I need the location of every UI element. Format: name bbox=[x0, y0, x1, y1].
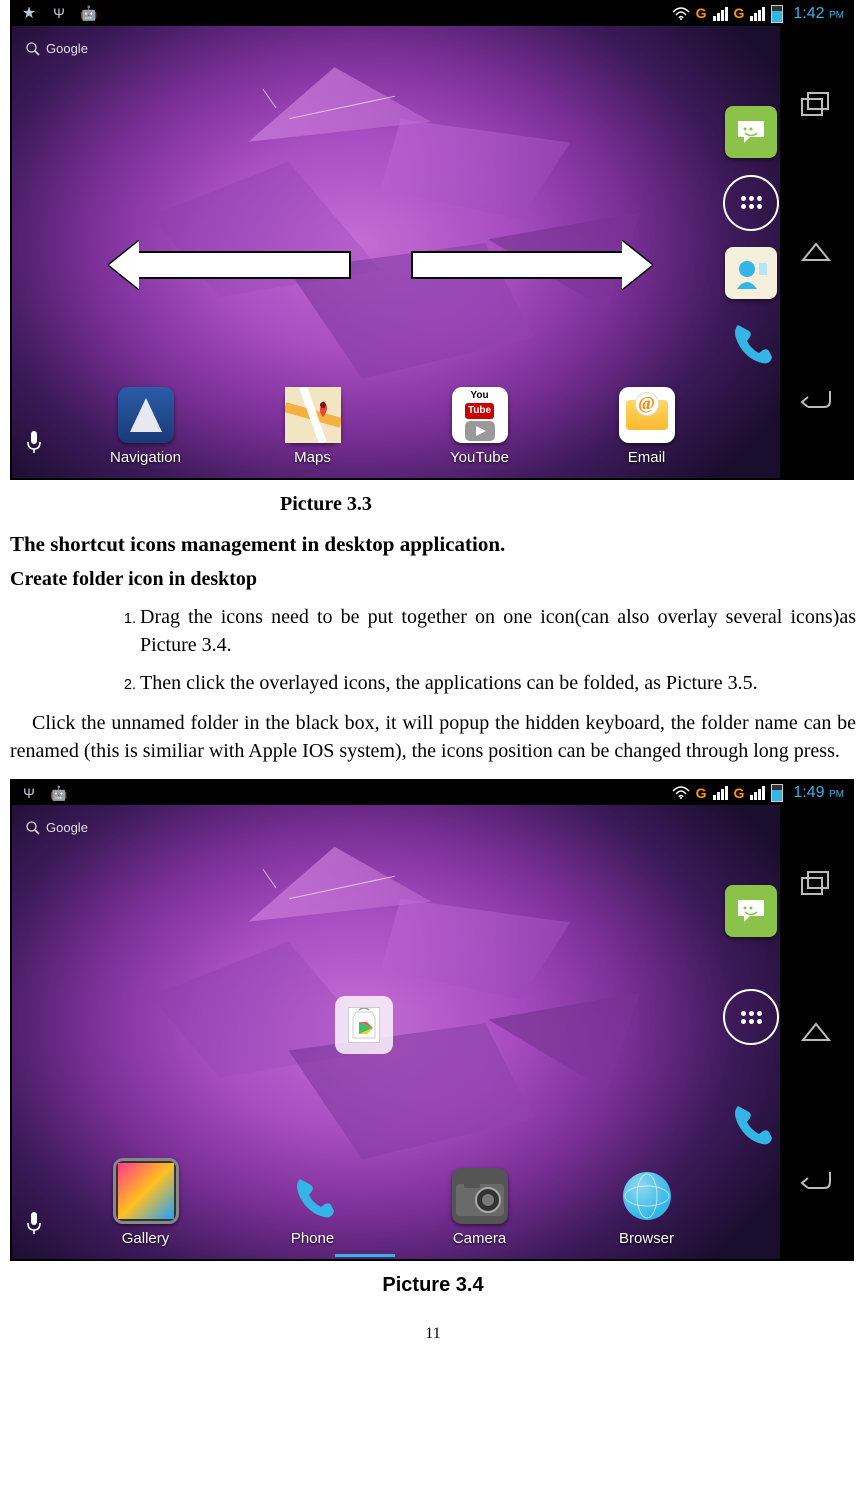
dock-label: Email bbox=[628, 447, 666, 468]
signal-icon-2 bbox=[750, 7, 765, 21]
page-number: 11 bbox=[10, 1323, 856, 1345]
dock-label: Navigation bbox=[110, 447, 181, 468]
dock-label: Phone bbox=[291, 1228, 334, 1249]
back-button[interactable] bbox=[796, 379, 836, 419]
dock-item-gallery[interactable]: Gallery bbox=[86, 1158, 206, 1249]
google-search-label: Google bbox=[46, 40, 88, 58]
google-search-widget[interactable]: Google bbox=[26, 819, 88, 837]
swipe-arrow-right bbox=[411, 251, 627, 279]
signal-icon-1 bbox=[713, 786, 728, 800]
status-bar: ★ Ψ 🤖 G G 1:42 PM bbox=[12, 2, 852, 26]
network-g-2: G bbox=[734, 4, 745, 24]
dock-item-browser[interactable]: Browser bbox=[587, 1168, 707, 1249]
recent-apps-button[interactable] bbox=[796, 864, 836, 904]
usb-icon: Ψ bbox=[50, 6, 68, 22]
dock-item-youtube[interactable]: You Tube YouTube bbox=[420, 387, 540, 468]
dock-label: Camera bbox=[453, 1228, 506, 1249]
network-g-2: G bbox=[734, 784, 745, 804]
app-drawer-button[interactable] bbox=[723, 175, 779, 231]
android-icon: 🤖 bbox=[80, 6, 98, 22]
figure-caption-3-4: Picture 3.4 bbox=[10, 1271, 856, 1299]
play-store-mini-icon bbox=[348, 1007, 380, 1043]
body-paragraph: Click the unnamed folder in the black bo… bbox=[10, 709, 856, 765]
google-search-widget[interactable]: Google bbox=[26, 40, 88, 58]
contacts-app-icon[interactable] bbox=[725, 247, 777, 299]
steps-list: Drag the icons need to be put together o… bbox=[140, 603, 856, 697]
folder-icon[interactable] bbox=[335, 996, 393, 1054]
battery-icon bbox=[771, 5, 783, 23]
section-title: The shortcut icons management in desktop… bbox=[10, 530, 856, 559]
youtube-app-icon: You Tube bbox=[452, 387, 508, 443]
dock-label: Maps bbox=[294, 447, 331, 468]
wifi-icon bbox=[672, 785, 690, 801]
dock-label: YouTube bbox=[450, 447, 509, 468]
maps-app-icon bbox=[285, 387, 341, 443]
swipe-arrow-left bbox=[135, 251, 351, 279]
dock-item-navigation[interactable]: Navigation bbox=[86, 387, 206, 468]
drawer-dots-icon bbox=[741, 1011, 762, 1024]
phone-app-icon[interactable] bbox=[725, 316, 777, 368]
home-wallpaper-area[interactable]: Google bbox=[12, 26, 780, 478]
wifi-icon bbox=[672, 6, 690, 22]
dock-item-camera[interactable]: Camera bbox=[420, 1168, 540, 1249]
dock-item-maps[interactable]: Maps bbox=[253, 387, 373, 468]
screenshot-picture-3-4: Ψ 🤖 G G 1:49 PM Google bbox=[10, 779, 854, 1261]
side-app-tray bbox=[722, 885, 780, 1149]
dock-item-email[interactable]: @ Email bbox=[587, 387, 707, 468]
android-icon: 🤖 bbox=[50, 785, 68, 801]
status-bar: Ψ 🤖 G G 1:49 PM bbox=[12, 781, 852, 805]
signal-icon-2 bbox=[750, 786, 765, 800]
network-g-1: G bbox=[696, 4, 707, 24]
voice-search-button[interactable] bbox=[26, 1211, 42, 1243]
app-drawer-button[interactable] bbox=[723, 989, 779, 1045]
step-item: Then click the overlayed icons, the appl… bbox=[140, 669, 856, 697]
network-g-1: G bbox=[696, 784, 707, 804]
email-app-icon: @ bbox=[619, 387, 675, 443]
soft-nav-bar bbox=[780, 805, 852, 1259]
battery-icon bbox=[771, 784, 783, 802]
side-app-tray bbox=[722, 106, 780, 368]
step-item: Drag the icons need to be put together o… bbox=[140, 603, 856, 659]
home-wallpaper-area[interactable]: Google bbox=[12, 805, 780, 1259]
voice-search-button[interactable] bbox=[26, 430, 42, 462]
figure-caption-3-3: Picture 3.3 bbox=[10, 490, 856, 518]
signal-icon-1 bbox=[713, 7, 728, 21]
browser-app-icon bbox=[619, 1168, 675, 1224]
swipe-arrows-overlay bbox=[135, 243, 627, 287]
phone-dock-icon bbox=[285, 1168, 341, 1224]
dock-label: Browser bbox=[619, 1228, 674, 1249]
star-icon: ★ bbox=[20, 6, 38, 22]
dock-row: Gallery Phone Camera bbox=[62, 1158, 730, 1249]
back-button[interactable] bbox=[796, 1160, 836, 1200]
messaging-app-icon[interactable] bbox=[725, 885, 777, 937]
google-search-label: Google bbox=[46, 819, 88, 837]
clock-time: 1:42 PM bbox=[793, 3, 844, 25]
screenshot-picture-3-3: ★ Ψ 🤖 G G 1:42 PM bbox=[10, 0, 854, 480]
subsection-title: Create folder icon in desktop bbox=[10, 565, 856, 593]
page-indicator bbox=[335, 1254, 395, 1257]
phone-app-icon[interactable] bbox=[725, 1097, 777, 1149]
dock-label: Gallery bbox=[122, 1228, 170, 1249]
messaging-app-icon[interactable] bbox=[725, 106, 777, 158]
dock-item-phone[interactable]: Phone bbox=[253, 1168, 373, 1249]
soft-nav-bar bbox=[780, 26, 852, 478]
navigation-app-icon bbox=[118, 387, 174, 443]
recent-apps-button[interactable] bbox=[796, 85, 836, 125]
camera-app-icon bbox=[452, 1168, 508, 1224]
usb-icon: Ψ bbox=[20, 785, 38, 801]
youtube-label-tube: Tube bbox=[465, 403, 494, 419]
drawer-dots-icon bbox=[741, 196, 762, 209]
youtube-label-top: You bbox=[470, 389, 488, 403]
home-button[interactable] bbox=[796, 1012, 836, 1052]
gallery-app-icon bbox=[113, 1158, 179, 1224]
clock-time: 1:49 PM bbox=[793, 782, 844, 804]
home-button[interactable] bbox=[796, 232, 836, 272]
dock-row: Navigation Maps You Tube bbox=[62, 387, 730, 468]
